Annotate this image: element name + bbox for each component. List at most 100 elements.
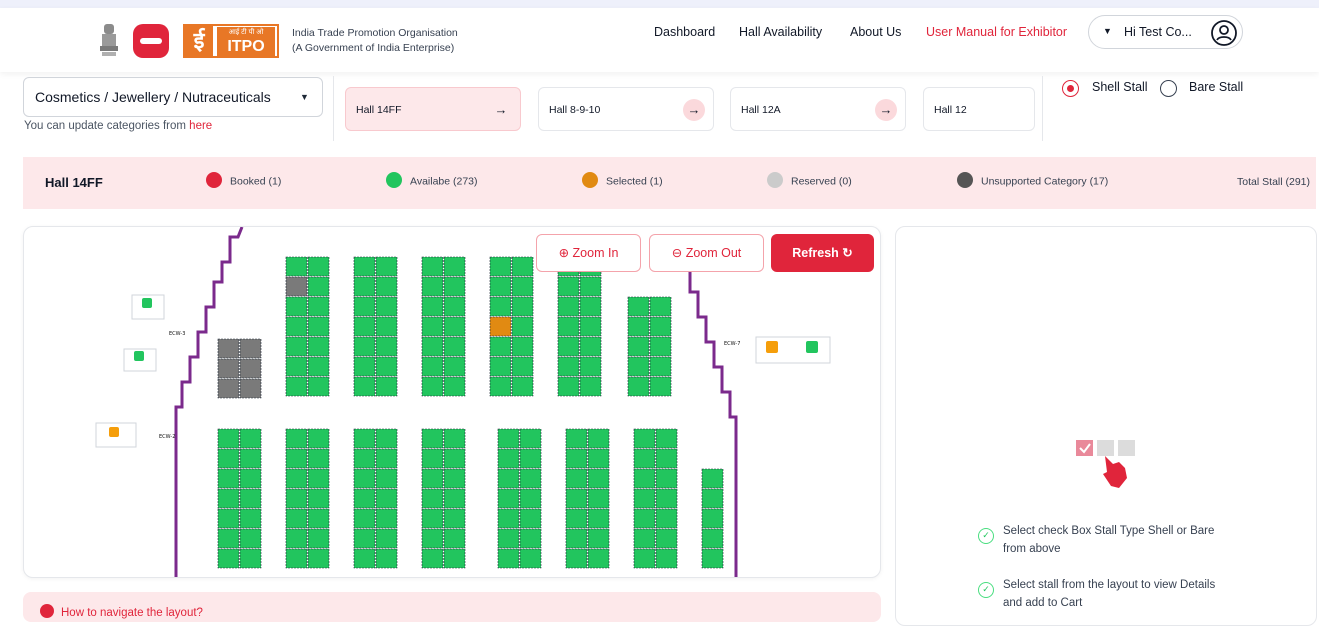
stall-cell[interactable] bbox=[239, 528, 262, 549]
stall-cell[interactable] bbox=[375, 356, 398, 377]
nav-about-us[interactable]: About Us bbox=[850, 25, 901, 39]
stall-cell[interactable] bbox=[511, 316, 534, 337]
stall-cell[interactable] bbox=[633, 508, 656, 529]
stall-cell[interactable] bbox=[307, 356, 330, 377]
stall-cell[interactable] bbox=[421, 448, 444, 469]
stall-cell[interactable] bbox=[557, 336, 580, 357]
stall-cell[interactable] bbox=[579, 316, 602, 337]
stall-cell[interactable] bbox=[307, 276, 330, 297]
stall-cell[interactable] bbox=[307, 488, 330, 509]
stall-cell[interactable] bbox=[307, 448, 330, 469]
stall-cell[interactable] bbox=[565, 468, 588, 489]
stall-cell[interactable] bbox=[285, 296, 308, 317]
how-to-navigate-banner[interactable]: How to navigate the layout? bbox=[23, 592, 881, 622]
stall-cell[interactable] bbox=[655, 448, 678, 469]
stall-cell[interactable] bbox=[443, 548, 466, 569]
stall-cell[interactable] bbox=[239, 448, 262, 469]
stall-cell[interactable] bbox=[285, 428, 308, 449]
stall-cell[interactable] bbox=[701, 528, 724, 549]
stall-cell[interactable] bbox=[497, 528, 520, 549]
stall-cell[interactable] bbox=[649, 316, 672, 337]
stall-cell[interactable] bbox=[285, 276, 308, 297]
stall-cell[interactable] bbox=[353, 548, 376, 569]
hall-tab-12[interactable]: Hall 12 bbox=[923, 87, 1035, 131]
stall-cell[interactable] bbox=[353, 296, 376, 317]
stall-cell[interactable] bbox=[579, 356, 602, 377]
stall-cell[interactable] bbox=[443, 376, 466, 397]
stall-cell[interactable] bbox=[421, 548, 444, 569]
stall-cell[interactable] bbox=[375, 276, 398, 297]
stall-cell[interactable] bbox=[421, 468, 444, 489]
stall-cell[interactable] bbox=[353, 488, 376, 509]
stall-cell[interactable] bbox=[489, 296, 512, 317]
stall-cell[interactable] bbox=[307, 508, 330, 529]
stall-cell[interactable] bbox=[421, 488, 444, 509]
stall-cell[interactable] bbox=[587, 488, 610, 509]
stall-cell[interactable] bbox=[519, 448, 542, 469]
stall-cell[interactable] bbox=[217, 468, 240, 489]
stall-cell[interactable] bbox=[655, 468, 678, 489]
stall-cell[interactable] bbox=[421, 428, 444, 449]
stall-cell[interactable] bbox=[565, 528, 588, 549]
stall-cell[interactable] bbox=[375, 428, 398, 449]
stall-cell[interactable] bbox=[627, 316, 650, 337]
stall-cell[interactable] bbox=[353, 428, 376, 449]
stall-cell[interactable] bbox=[497, 508, 520, 529]
category-select[interactable]: Cosmetics / Jewellery / Nutraceuticals ▼ bbox=[23, 77, 323, 117]
stall-cell[interactable] bbox=[497, 548, 520, 569]
stall-cell[interactable] bbox=[497, 468, 520, 489]
stall-cell[interactable] bbox=[627, 296, 650, 317]
stall-cell[interactable] bbox=[375, 468, 398, 489]
stall-cell[interactable] bbox=[511, 336, 534, 357]
stall-cell[interactable] bbox=[511, 256, 534, 277]
hall-layout-svg[interactable]: ECW-3 ECW-2 ECW-7 bbox=[24, 227, 881, 578]
stall-cell[interactable] bbox=[239, 338, 262, 359]
stall-cell[interactable] bbox=[579, 296, 602, 317]
stall-cell[interactable] bbox=[375, 548, 398, 569]
stall-cell[interactable] bbox=[217, 378, 240, 399]
stall-cell[interactable] bbox=[511, 276, 534, 297]
zoom-out-button[interactable]: ⊖ Zoom Out bbox=[649, 234, 764, 272]
stall-cell[interactable] bbox=[375, 376, 398, 397]
stall-cell[interactable] bbox=[655, 508, 678, 529]
stall-cell[interactable] bbox=[443, 528, 466, 549]
stall-cell[interactable] bbox=[375, 296, 398, 317]
stall-cell[interactable] bbox=[557, 296, 580, 317]
stall-cell[interactable] bbox=[649, 356, 672, 377]
stall-cell[interactable] bbox=[655, 528, 678, 549]
stall-cell[interactable] bbox=[217, 448, 240, 469]
stall-cell[interactable] bbox=[489, 376, 512, 397]
stall-cell[interactable] bbox=[587, 468, 610, 489]
stall-cell[interactable] bbox=[375, 528, 398, 549]
stall-cell[interactable] bbox=[307, 468, 330, 489]
stall-cell[interactable] bbox=[627, 336, 650, 357]
stall-cell[interactable] bbox=[307, 548, 330, 569]
stall-cell[interactable] bbox=[443, 448, 466, 469]
stall-cell[interactable] bbox=[375, 448, 398, 469]
stall-cell[interactable] bbox=[239, 508, 262, 529]
stall-cell[interactable] bbox=[239, 428, 262, 449]
stall-cell[interactable] bbox=[353, 508, 376, 529]
stall-cell[interactable] bbox=[519, 428, 542, 449]
stall-cell[interactable] bbox=[443, 256, 466, 277]
stall-cell[interactable] bbox=[649, 336, 672, 357]
stall-cell[interactable] bbox=[701, 488, 724, 509]
stall-cell[interactable] bbox=[519, 468, 542, 489]
stall-cell[interactable] bbox=[239, 468, 262, 489]
stall-cell[interactable] bbox=[443, 488, 466, 509]
stall-cell[interactable] bbox=[285, 336, 308, 357]
zoom-in-button[interactable]: ⊕ Zoom In bbox=[536, 234, 641, 272]
stall-cell[interactable] bbox=[443, 336, 466, 357]
stall-cell[interactable] bbox=[307, 336, 330, 357]
stall-cell[interactable] bbox=[285, 376, 308, 397]
stall-cell[interactable] bbox=[421, 276, 444, 297]
stall-cell[interactable] bbox=[375, 316, 398, 337]
stall-cell[interactable] bbox=[217, 508, 240, 529]
stall-cell[interactable] bbox=[633, 488, 656, 509]
stall-cell[interactable] bbox=[307, 376, 330, 397]
stall-cell[interactable] bbox=[217, 338, 240, 359]
stall-cell[interactable] bbox=[655, 488, 678, 509]
stall-cell[interactable] bbox=[489, 316, 512, 337]
stall-cell[interactable] bbox=[579, 376, 602, 397]
nav-hall-availability[interactable]: Hall Availability bbox=[739, 25, 822, 39]
